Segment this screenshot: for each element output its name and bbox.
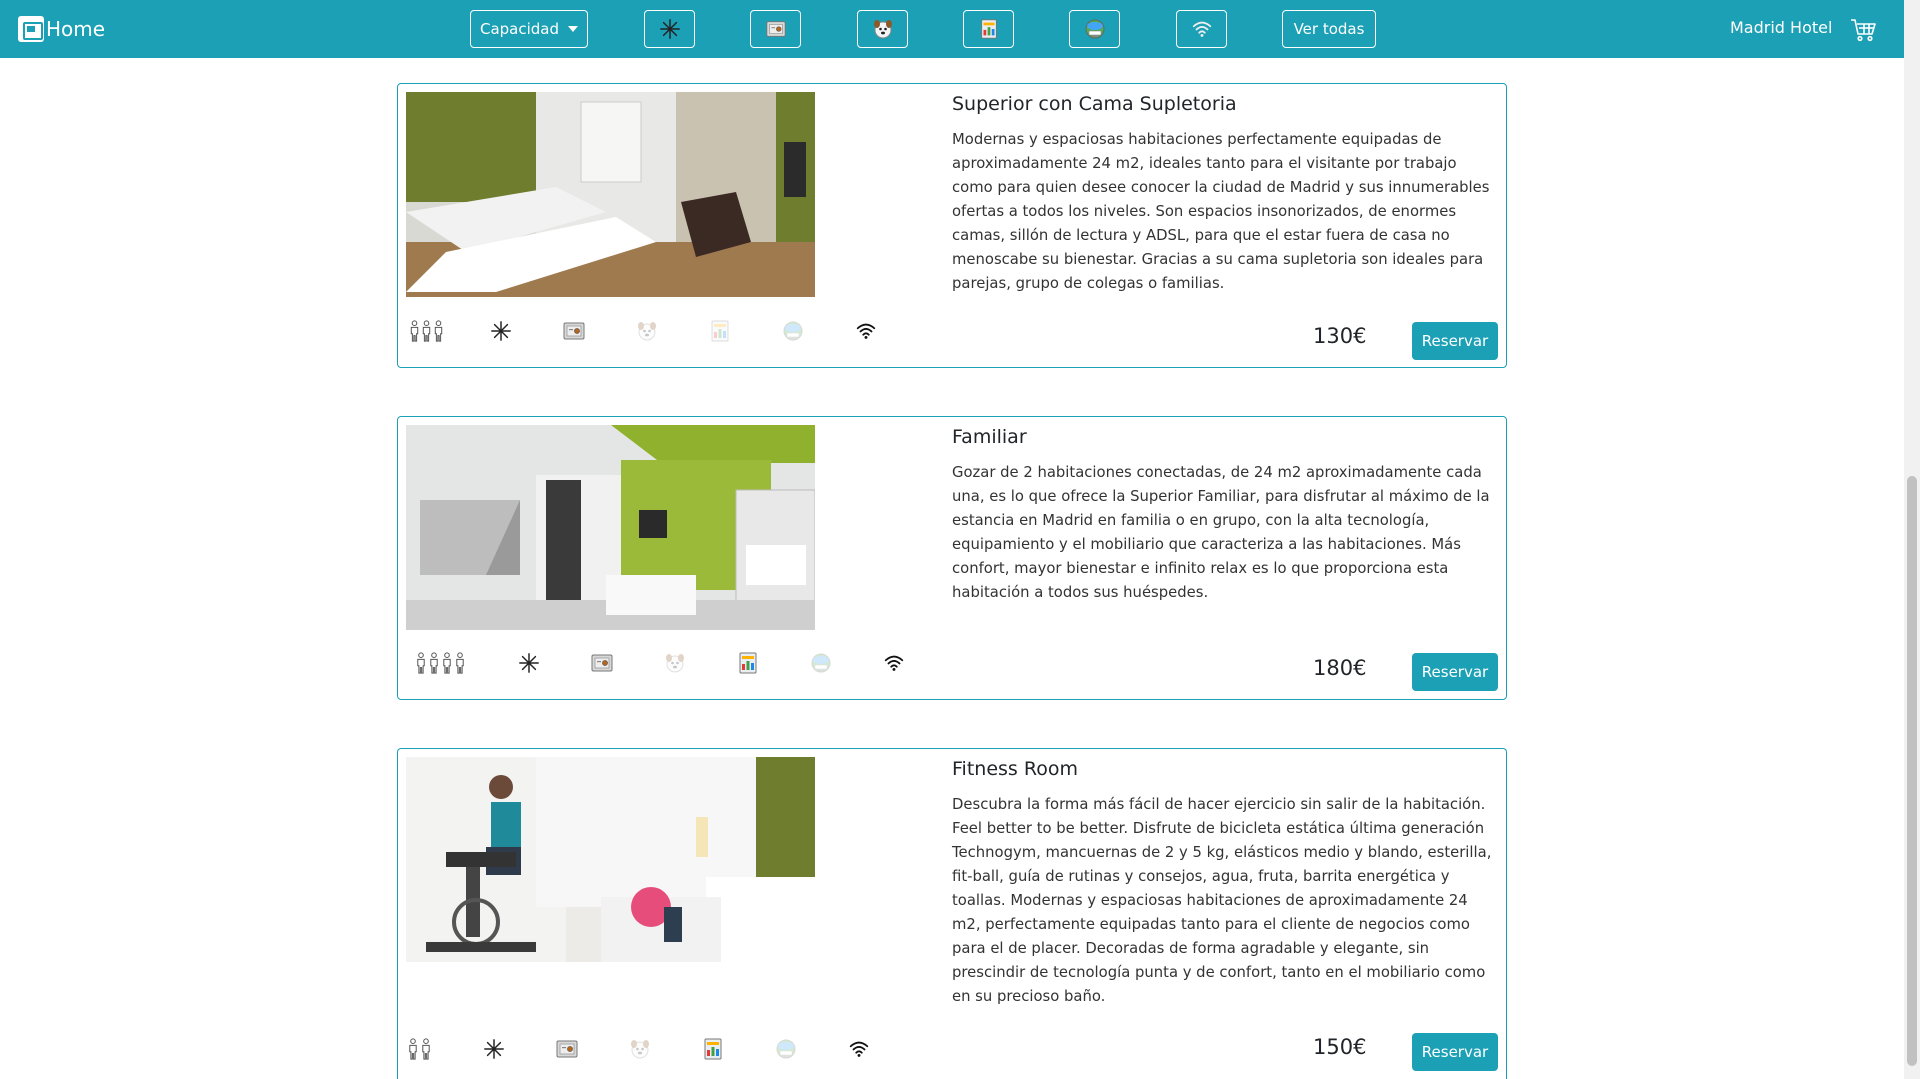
- amenity-pets: [632, 316, 662, 346]
- minibar-icon: [978, 18, 1000, 40]
- chevron-down-icon: [568, 26, 579, 32]
- amenity-safe: [552, 1034, 582, 1064]
- home-label: Home: [46, 17, 106, 41]
- reserve-button[interactable]: Reservar: [1412, 653, 1498, 691]
- capacity-dropdown[interactable]: Capacidad: [470, 10, 588, 48]
- page-scrollbar[interactable]: [1904, 0, 1920, 1079]
- reserve-button[interactable]: Reservar: [1412, 1033, 1498, 1071]
- amenity-ac: [479, 1034, 509, 1064]
- navbar: Home Capacidad Ver todas Madrid Hotel: [0, 0, 1904, 58]
- amenity-pets: [660, 648, 690, 678]
- room-title: Fitness Room: [952, 758, 1078, 780]
- room-photo: [406, 425, 815, 630]
- capacity-indicator: [406, 1034, 432, 1064]
- reserve-button[interactable]: Reservar: [1412, 322, 1498, 360]
- amenity-list: [406, 648, 952, 678]
- hotel-logo-icon: [18, 16, 44, 42]
- pet-icon: [871, 17, 895, 41]
- tv-icon: [774, 1037, 798, 1061]
- wifi-icon: [848, 1038, 870, 1060]
- amenity-minibar: [698, 1034, 728, 1064]
- safe-icon: [562, 319, 586, 343]
- filter-tv-button[interactable]: [1069, 10, 1120, 48]
- pet-icon: [663, 651, 687, 675]
- amenity-tv: [778, 316, 808, 346]
- room-photo: [406, 92, 815, 297]
- room-price: 180€: [1313, 656, 1367, 680]
- person-icon: [428, 652, 440, 674]
- room-title: Familiar: [952, 426, 1027, 448]
- amenity-safe: [587, 648, 617, 678]
- person-icon: [420, 1038, 432, 1060]
- pet-icon: [628, 1037, 652, 1061]
- person-icon: [415, 652, 427, 674]
- hotel-name[interactable]: Madrid Hotel: [1730, 18, 1832, 37]
- see-all-label: Ver todas: [1293, 20, 1365, 38]
- amenity-ac: [486, 316, 516, 346]
- wifi-icon: [1191, 18, 1213, 40]
- room-description: Modernas y espaciosas habitaciones perfe…: [952, 131, 1490, 292]
- wifi-icon: [855, 320, 877, 342]
- scrollbar-thumb[interactable]: [1907, 476, 1917, 1066]
- capacity-indicator: [406, 648, 474, 678]
- amenity-list: [406, 1034, 917, 1064]
- pet-icon: [635, 319, 659, 343]
- capacity-indicator: [406, 316, 446, 346]
- room-price: 150€: [1313, 1035, 1367, 1059]
- home-link[interactable]: Home: [18, 15, 105, 43]
- room-price: 130€: [1313, 324, 1367, 348]
- amenity-minibar: [705, 316, 735, 346]
- snowflake-icon: [659, 18, 681, 40]
- person-icon: [421, 320, 432, 342]
- capacity-label: Capacidad: [479, 20, 560, 38]
- minibar-icon: [736, 651, 760, 675]
- snowflake-icon: [483, 1038, 505, 1060]
- safe-icon: [765, 18, 787, 40]
- tv-icon: [781, 319, 805, 343]
- filter-pets-button[interactable]: [857, 10, 908, 48]
- safe-icon: [590, 651, 614, 675]
- amenity-wifi: [879, 648, 909, 678]
- amenity-wifi: [844, 1034, 874, 1064]
- person-icon: [407, 1038, 419, 1060]
- room-description: Descubra la forma más fácil de hacer eje…: [952, 796, 1492, 1005]
- amenity-wifi: [851, 316, 881, 346]
- filter-wifi-button[interactable]: [1176, 10, 1227, 48]
- room-photo: [406, 757, 815, 962]
- wifi-icon: [883, 652, 905, 674]
- amenity-tv: [806, 648, 836, 678]
- room-card: Fitness Room Descubra la forma más fácil…: [397, 748, 1507, 1079]
- snowflake-icon: [518, 652, 540, 674]
- room-description: Gozar de 2 habitaciones conectadas, de 2…: [952, 464, 1490, 601]
- amenity-safe: [559, 316, 589, 346]
- safe-icon: [555, 1037, 579, 1061]
- filter-minibar-button[interactable]: [963, 10, 1014, 48]
- see-all-button[interactable]: Ver todas: [1282, 10, 1376, 48]
- filter-safe-button[interactable]: [750, 10, 801, 48]
- room-card: Familiar Gozar de 2 habitaciones conecta…: [397, 416, 1507, 700]
- amenity-ac: [514, 648, 544, 678]
- tv-icon: [809, 651, 833, 675]
- amenity-minibar: [733, 648, 763, 678]
- person-icon: [433, 320, 444, 342]
- minibar-icon: [701, 1037, 725, 1061]
- amenity-pets: [625, 1034, 655, 1064]
- person-icon: [454, 652, 466, 674]
- tv-icon: [1083, 17, 1107, 41]
- room-card: Superior con Cama Supletoria Modernas y …: [397, 83, 1507, 368]
- cart-icon[interactable]: [1850, 17, 1876, 43]
- person-icon: [409, 320, 420, 342]
- amenity-list: [406, 316, 924, 346]
- room-title: Superior con Cama Supletoria: [952, 93, 1237, 115]
- amenity-tv: [771, 1034, 801, 1064]
- snowflake-icon: [490, 320, 512, 342]
- minibar-icon: [708, 319, 732, 343]
- person-icon: [441, 652, 453, 674]
- filter-ac-button[interactable]: [644, 10, 695, 48]
